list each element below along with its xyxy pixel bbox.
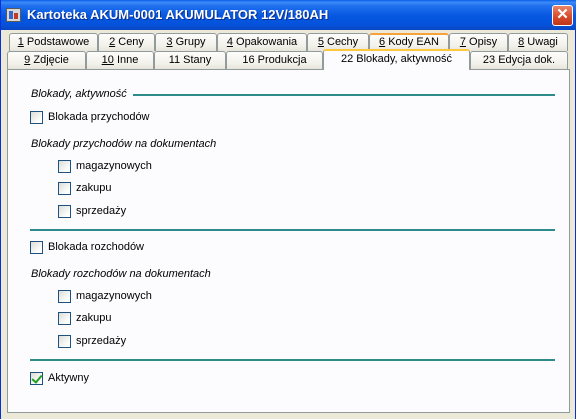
tab-inne[interactable]: 10 Inne [86, 51, 154, 69]
tab-blokady-aktywnosc[interactable]: 22 Blokady, aktywność [323, 49, 470, 70]
title-bar[interactable]: Kartoteka AKUM-0001 AKUMULATOR 12V/180AH… [1, 0, 576, 30]
checkbox-label: Blokada przychodów [48, 111, 150, 123]
income-docs-sales-checkbox[interactable]: sprzedaży [58, 204, 126, 218]
outgo-block-checkbox[interactable]: Blokada rozchodów [30, 240, 144, 254]
checkbox-label: Blokada rozchodów [48, 241, 145, 253]
checkbox-label: magazynowych [76, 160, 152, 172]
tab-grupy[interactable]: 3 Grupy [155, 33, 217, 51]
tab-podstawowe[interactable]: 1 Podstawowe [9, 33, 98, 51]
section-divider [30, 229, 555, 231]
outgo-docs-sales-checkbox[interactable]: sprzedaży [58, 334, 126, 348]
tab-panel: Blokady, aktywność Blokada przychodów Bl… [7, 69, 570, 413]
tab-edycja-dok[interactable]: 23 Edycja dok. [470, 51, 568, 69]
section-divider [30, 359, 555, 361]
outgo-docs-title: Blokady rozchodów na dokumentach [31, 268, 211, 280]
tab-produkcja[interactable]: 16 Produkcja [226, 51, 323, 69]
outgo-docs-warehouse-checkbox[interactable]: magazynowych [58, 289, 152, 303]
tab-stany[interactable]: 11 Stany [154, 51, 226, 69]
kartoteka-window: Kartoteka AKUM-0001 AKUMULATOR 12V/180AH… [0, 0, 576, 419]
checkbox-label: sprzedaży [76, 205, 127, 217]
checkbox-box[interactable] [30, 371, 43, 385]
income-docs-title: Blokady przychodów na dokumentach [31, 138, 217, 150]
tab-uwagi[interactable]: 8 Uwagi [508, 33, 568, 51]
close-button[interactable]: ✕ [552, 5, 573, 26]
outgo-docs-purchase-checkbox[interactable]: zakupu [58, 311, 111, 325]
section-divider [133, 94, 555, 96]
checkbox-label: zakupu [76, 312, 112, 324]
income-block-checkbox[interactable]: Blokada przychodów [30, 110, 150, 124]
income-docs-warehouse-checkbox[interactable]: magazynowych [58, 159, 152, 173]
checkbox-box[interactable] [58, 289, 71, 303]
checkbox-box[interactable] [58, 311, 71, 325]
checkbox-box[interactable] [30, 240, 43, 254]
checkbox-box[interactable] [58, 204, 71, 218]
checkbox-label: sprzedaży [76, 335, 127, 347]
tab-ceny[interactable]: 2 Ceny [98, 33, 155, 51]
income-docs-purchase-checkbox[interactable]: zakupu [58, 181, 111, 195]
section-title: Blokady, aktywność [31, 88, 127, 100]
app-icon [6, 8, 21, 22]
active-checkbox[interactable]: Aktywny [30, 371, 89, 385]
checkbox-box[interactable] [30, 110, 43, 124]
checkbox-label: magazynowych [76, 290, 152, 302]
tab-opakowania[interactable]: 4 Opakowania [217, 33, 307, 51]
checkbox-label: Aktywny [48, 372, 89, 384]
window-title: Kartoteka AKUM-0001 AKUMULATOR 12V/180AH [27, 7, 329, 22]
checkbox-box[interactable] [58, 159, 71, 173]
tab-zdjecie[interactable]: 9 Zdjęcie [7, 51, 86, 69]
checkbox-label: zakupu [76, 182, 112, 194]
checkbox-box[interactable] [58, 181, 71, 195]
checkbox-box[interactable] [58, 334, 71, 348]
